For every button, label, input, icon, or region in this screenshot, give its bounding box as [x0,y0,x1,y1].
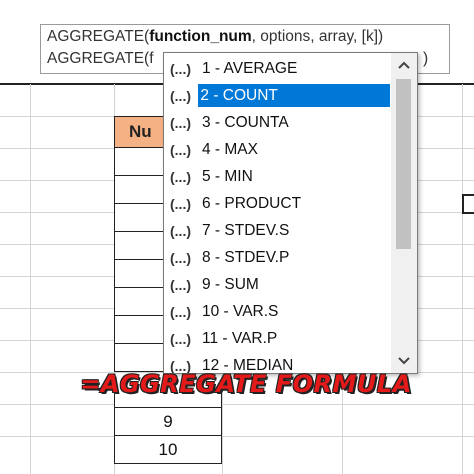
function-icon: (...) [170,87,191,104]
dropdown-item-label: 7 - STDEV.S [202,222,290,239]
dropdown-scrollbar[interactable] [391,53,417,373]
cell-value: 9 [163,411,173,431]
video-caption: =AGGREGATE FORMULA [80,370,412,398]
tooltip-line2-tail: ) [423,50,429,67]
dropdown-item-label: 6 - PRODUCT [202,195,302,212]
function-icon: (...) [170,276,191,293]
function-icon: (...) [170,330,191,347]
function-icon: (...) [170,114,191,131]
grid-col-line [462,84,463,474]
scrollbar-thumb[interactable] [396,79,411,249]
dropdown-item[interactable]: (...) 5 - MIN [164,163,390,190]
column-header-label: Nu [129,122,152,141]
dropdown-item-label: 10 - VAR.S [202,303,279,320]
grid-row-line [0,436,474,437]
dropdown-item[interactable]: (...) 10 - VAR.S [164,298,390,325]
grid-row-line [0,404,474,405]
function-icon: (...) [170,60,191,77]
function-icon: (...) [170,222,191,239]
table-cell[interactable]: 10 [114,436,222,464]
dropdown-item-label: 3 - COUNTA [202,114,289,131]
dropdown-item[interactable]: (...) 8 - STDEV.P [164,244,390,271]
chevron-up-icon[interactable] [391,53,417,77]
dropdown-item-label: 5 - MIN [202,168,253,185]
function-icon: (...) [170,141,191,158]
table-cell[interactable]: 9 [114,408,222,436]
dropdown-item-label: 9 - SUM [202,276,259,293]
dropdown-item[interactable]: (...) 1 - AVERAGE [164,55,390,82]
function-icon: (...) [170,303,191,320]
grid-col-line [30,84,31,474]
tooltip-function-name-2: AGGREGATE(f [47,50,154,67]
dropdown-item[interactable]: (...) 9 - SUM [164,271,390,298]
dropdown-item-label: 2 - COUNT [198,84,390,107]
function-icon: (...) [170,249,191,266]
dropdown-item[interactable]: (...) 3 - COUNTA [164,109,390,136]
tooltip-syntax-line-2[interactable]: AGGREGATE(f [47,50,154,68]
dropdown-item[interactable]: (...) 11 - VAR.P [164,325,390,352]
function-num-dropdown[interactable]: (...) 1 - AVERAGE (...) 2 - COUNT (...) 3 - C… [163,52,418,374]
cell-cursor-icon [462,194,474,214]
function-icon: (...) [170,168,191,185]
dropdown-item[interactable]: (...) 6 - PRODUCT [164,190,390,217]
dropdown-item-label: 4 - MAX [202,141,258,158]
dropdown-item[interactable]: (...) 2 - COUNT [164,82,390,109]
tooltip-function-name: AGGREGATE( [47,28,150,45]
dropdown-item[interactable]: (...) 4 - MAX [164,136,390,163]
dropdown-item[interactable]: (...) 7 - STDEV.S [164,217,390,244]
tooltip-syntax-line[interactable]: AGGREGATE(function_num, options, array, … [47,28,383,46]
dropdown-item-label: 11 - VAR.P [202,330,278,347]
function-icon: (...) [170,195,191,212]
dropdown-item-label: 1 - AVERAGE [202,60,298,77]
cell-value: 10 [158,439,178,459]
tooltip-current-arg: function_num [149,28,252,45]
dropdown-item-label: 8 - STDEV.P [202,249,290,266]
tooltip-args: , options, array, [k]) [251,28,384,45]
